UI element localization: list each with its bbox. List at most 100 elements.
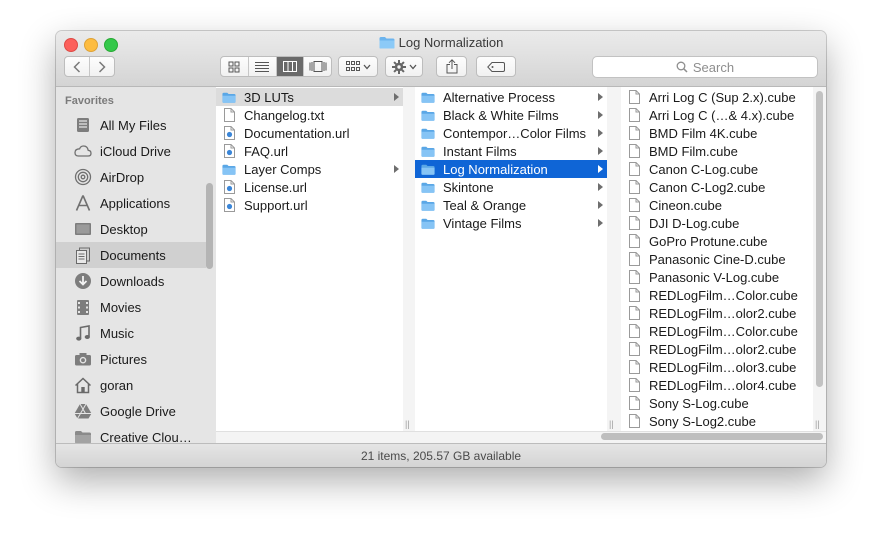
- airdrop-icon: [73, 168, 93, 186]
- file-row-redlogfilm-color-cube[interactable]: REDLogFilm…Color.cube: [621, 286, 813, 304]
- folder-icon: [421, 217, 435, 230]
- file-row-dji-d-log-cube[interactable]: DJI D-Log.cube: [621, 214, 813, 232]
- row-label: Log Normalization: [443, 161, 548, 177]
- row-label: Sony S-Log2.cube: [649, 413, 756, 429]
- sidebar-item-label: Documents: [100, 247, 166, 263]
- share-button[interactable]: [436, 56, 467, 77]
- disclosure-arrow-icon: [598, 165, 603, 173]
- column-resize-handle[interactable]: ||: [815, 419, 820, 429]
- sidebar-item-google-drive[interactable]: Google Drive: [56, 398, 206, 424]
- sidebar-item-music[interactable]: Music: [56, 320, 206, 346]
- edit-tags-button[interactable]: [476, 56, 516, 77]
- folder-row-skintone[interactable]: Skintone: [415, 178, 607, 196]
- column-resize-handle[interactable]: ||: [405, 419, 410, 429]
- folder-row-contempor-color-films[interactable]: Contempor…Color Films: [415, 124, 607, 142]
- music-icon: [73, 324, 93, 342]
- folder-row-layer-comps[interactable]: Layer Comps: [216, 160, 403, 178]
- row-label: Cineon.cube: [649, 197, 722, 213]
- file-row-redlogfilm-olor2-cube[interactable]: REDLogFilm…olor2.cube: [621, 304, 813, 322]
- column-1: 3D LUTs Changelog.txt Documentation.url FAQ…: [216, 87, 403, 431]
- sidebar-item-creative-cloud[interactable]: Creative Clou…: [56, 424, 206, 443]
- arrange-button[interactable]: [338, 56, 378, 77]
- sidebar-item-goran[interactable]: goran: [56, 372, 206, 398]
- search-field[interactable]: Search: [592, 56, 818, 78]
- file-row-redlogfilm-olor4-cube[interactable]: REDLogFilm…olor4.cube: [621, 376, 813, 394]
- row-label: Contempor…Color Films: [443, 125, 587, 141]
- row-label: Layer Comps: [244, 161, 322, 177]
- folder-row-vintage-films[interactable]: Vintage Films: [415, 214, 607, 232]
- file-row-arri-log-c-sup-2-x-cube[interactable]: Arri Log C (Sup 2.x).cube: [621, 88, 813, 106]
- sidebar-item-pictures[interactable]: Pictures: [56, 346, 206, 372]
- folder-row-alternative-process[interactable]: Alternative Process: [415, 88, 607, 106]
- file-row-bmd-film-4k-cube[interactable]: BMD Film 4K.cube: [621, 124, 813, 142]
- list-view-button[interactable]: [249, 57, 277, 76]
- sidebar-item-downloads[interactable]: Downloads: [56, 268, 206, 294]
- url-file-icon: [222, 198, 236, 212]
- sidebar-item-movies[interactable]: Movies: [56, 294, 206, 320]
- sidebar-item-desktop[interactable]: Desktop: [56, 216, 206, 242]
- file-row-redlogfilm-color-cube[interactable]: REDLogFilm…Color.cube: [621, 322, 813, 340]
- status-bar: 21 items, 205.57 GB available: [56, 443, 826, 467]
- file-icon: [627, 396, 641, 410]
- back-button[interactable]: [65, 57, 90, 76]
- file-row-bmd-film-cube[interactable]: BMD Film.cube: [621, 142, 813, 160]
- sidebar-scrollbar[interactable]: [206, 183, 213, 269]
- row-label: Canon C-Log.cube: [649, 161, 759, 177]
- file-row-gopro-protune-cube[interactable]: GoPro Protune.cube: [621, 232, 813, 250]
- file-icon: [627, 270, 641, 284]
- file-row-sony-s-log2-cube[interactable]: Sony S-Log2.cube: [621, 412, 813, 430]
- folder-row-instant-films[interactable]: Instant Films: [415, 142, 607, 160]
- file-icon: [222, 108, 236, 122]
- file-row-cineon-cube[interactable]: Cineon.cube: [621, 196, 813, 214]
- file-row-redlogfilm-olor2-cube[interactable]: REDLogFilm…olor2.cube: [621, 340, 813, 358]
- disclosure-arrow-icon: [394, 165, 399, 173]
- folder-row-log-normalization[interactable]: Log Normalization: [415, 160, 607, 178]
- file-row-panasonic-cine-d-cube[interactable]: Panasonic Cine-D.cube: [621, 250, 813, 268]
- icon-view-button[interactable]: [221, 57, 249, 76]
- folder-row-teal-orange[interactable]: Teal & Orange: [415, 196, 607, 214]
- horizontal-scrollbar[interactable]: [601, 433, 823, 440]
- column-view-button[interactable]: [276, 57, 305, 76]
- file-row-changelog-txt[interactable]: Changelog.txt: [216, 106, 403, 124]
- row-label: GoPro Protune.cube: [649, 233, 768, 249]
- file-row-redlogfilm-olor3-cube[interactable]: REDLogFilm…olor3.cube: [621, 358, 813, 376]
- action-button[interactable]: [385, 56, 423, 77]
- file-icon: [627, 126, 641, 140]
- file-icon: [627, 342, 641, 356]
- icon-view-icon: [228, 61, 240, 72]
- documents-icon: [73, 247, 93, 264]
- file-icon: [627, 90, 641, 104]
- column-resize-handle[interactable]: ||: [609, 419, 614, 429]
- folder-icon: [222, 91, 236, 104]
- sidebar-item-label: Desktop: [100, 221, 148, 237]
- file-row-license-url[interactable]: License.url: [216, 178, 403, 196]
- file-row-canon-c-log2-cube[interactable]: Canon C-Log2.cube: [621, 178, 813, 196]
- file-row-support-url[interactable]: Support.url: [216, 196, 403, 214]
- chevron-left-icon: [73, 60, 81, 73]
- sidebar: Favorites All My Files iCloud Drive AirD…: [56, 87, 217, 443]
- row-label: REDLogFilm…Color.cube: [649, 323, 798, 339]
- forward-button[interactable]: [90, 57, 114, 76]
- file-row-documentation-url[interactable]: Documentation.url: [216, 124, 403, 142]
- file-row-arri-log-c-4-x-cube[interactable]: Arri Log C (…& 4.x).cube: [621, 106, 813, 124]
- column-2-resize-strip: [607, 87, 621, 431]
- folder-row-black-white-films[interactable]: Black & White Films: [415, 106, 607, 124]
- folder-row-3d-luts[interactable]: 3D LUTs: [216, 88, 403, 106]
- column-2: Alternative Process Black & White Films Co…: [415, 87, 607, 431]
- file-row-faq-url[interactable]: FAQ.url: [216, 142, 403, 160]
- tag-icon: [487, 61, 505, 72]
- cover-flow-button[interactable]: [304, 57, 331, 76]
- sidebar-item-documents[interactable]: Documents: [56, 242, 206, 268]
- column-3-scrollbar[interactable]: [816, 91, 823, 387]
- file-row-panasonic-v-log-cube[interactable]: Panasonic V-Log.cube: [621, 268, 813, 286]
- file-row-canon-c-log-cube[interactable]: Canon C-Log.cube: [621, 160, 813, 178]
- sidebar-item-icloud-drive[interactable]: iCloud Drive: [56, 138, 206, 164]
- sidebar-item-all-my-files[interactable]: All My Files: [56, 112, 206, 138]
- window-title-bar: Log Normalization: [56, 35, 826, 52]
- sidebar-item-applications[interactable]: Applications: [56, 190, 206, 216]
- file-row-sony-s-log-cube[interactable]: Sony S-Log.cube: [621, 394, 813, 412]
- row-label: BMD Film.cube: [649, 143, 738, 159]
- cover-flow-icon: [309, 61, 327, 72]
- disclosure-arrow-icon: [598, 201, 603, 209]
- sidebar-item-airdrop[interactable]: AirDrop: [56, 164, 206, 190]
